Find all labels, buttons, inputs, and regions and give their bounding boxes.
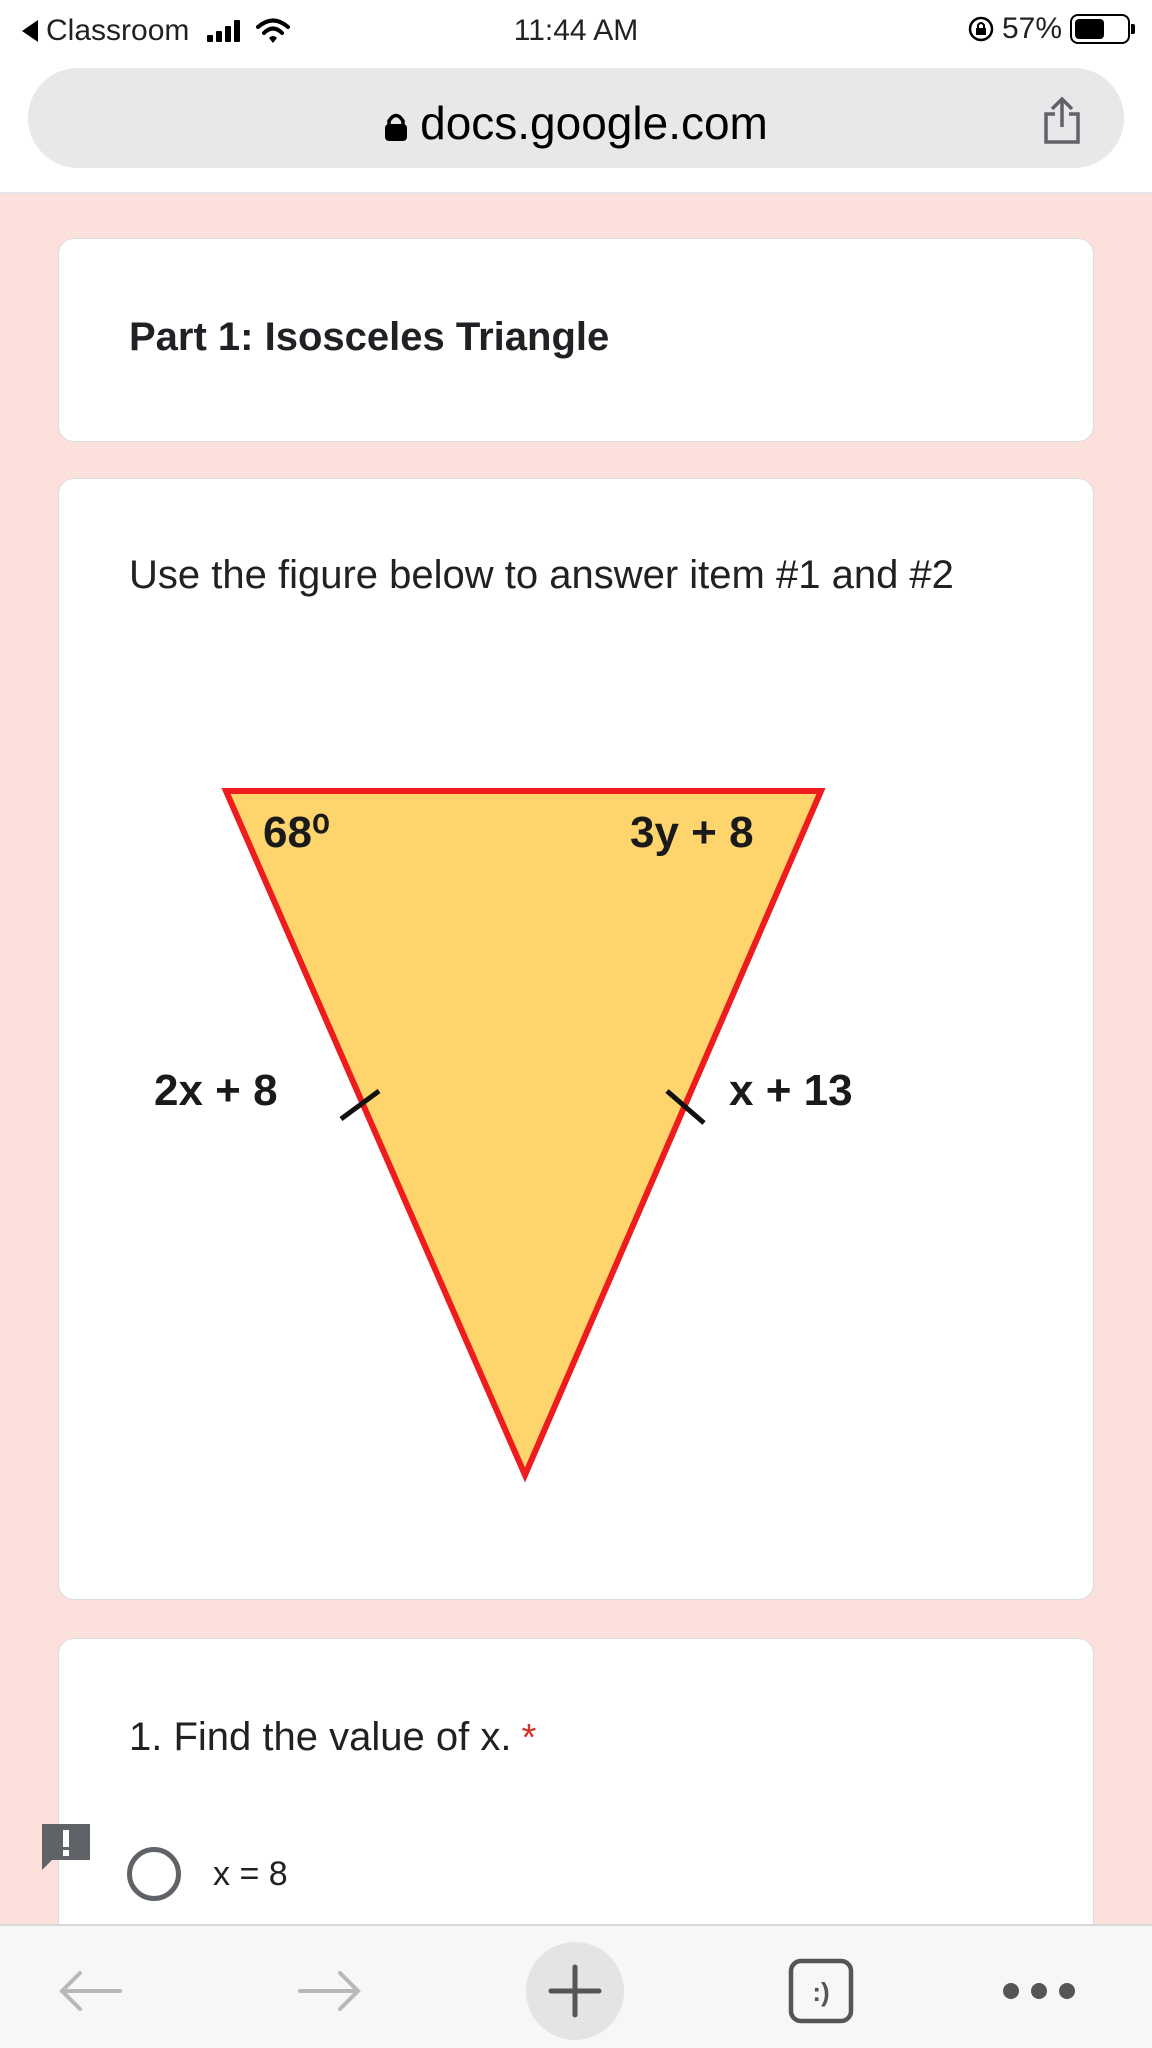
forward-button[interactable] <box>286 1946 376 2036</box>
side-label-right: x + 13 <box>729 1066 853 1115</box>
status-right: 57% <box>968 12 1135 46</box>
lock-icon <box>385 113 408 141</box>
angle-label-top-left: 68⁰ <box>263 808 330 857</box>
angle-label-top-right: 3y + 8 <box>630 808 754 857</box>
option-label: x = 8 <box>213 1854 288 1893</box>
isosceles-triangle-figure: 68⁰ 3y + 8 2x + 8 x + 13 <box>154 788 853 1483</box>
required-asterisk: * <box>521 1717 537 1759</box>
section-header-card: Part 1: Isosceles Triangle <box>58 238 1094 442</box>
answer-option[interactable]: x = 8 <box>127 1847 288 1901</box>
back-arrow-icon <box>59 1971 122 2011</box>
status-bar: Classroom 11:44 AM 57% <box>0 0 1152 60</box>
address-text-row: docs.google.com <box>28 96 1124 150</box>
battery-fill <box>1075 19 1104 39</box>
tabs-button[interactable]: :) <box>776 1946 866 2036</box>
more-icon <box>1003 1983 1075 1999</box>
more-menu-button[interactable] <box>994 1946 1084 2036</box>
url-text: docs.google.com <box>420 97 768 149</box>
browser-url-area: docs.google.com <box>0 60 1152 194</box>
question-text: 1. Find the value of x. <box>129 1715 512 1759</box>
forward-arrow-icon <box>298 1971 361 2011</box>
tabs-icon: :) <box>788 1958 854 2024</box>
radio-button[interactable] <box>127 1847 181 1901</box>
battery-percent: 57% <box>1001 12 1062 45</box>
section-title: Part 1: Isosceles Triangle <box>129 315 610 359</box>
share-icon[interactable] <box>1040 96 1084 146</box>
figure-card: Use the figure below to answer item #1 a… <box>58 478 1094 1600</box>
side-label-left: 2x + 8 <box>154 1066 278 1115</box>
battery-icon <box>1070 14 1135 44</box>
new-tab-button[interactable] <box>526 1942 624 2040</box>
triangle-shape <box>221 788 826 1483</box>
plus-icon <box>548 1964 602 2018</box>
question-title: 1. Find the value of x. * <box>129 1715 536 1760</box>
browser-toolbar: :) <box>0 1924 1152 2048</box>
feedback-icon[interactable] <box>38 1818 94 1874</box>
orientation-lock-icon <box>968 16 994 42</box>
tab-count: :) <box>812 1977 829 2007</box>
address-bar[interactable]: docs.google.com <box>28 68 1124 168</box>
back-button[interactable] <box>44 1946 134 2036</box>
